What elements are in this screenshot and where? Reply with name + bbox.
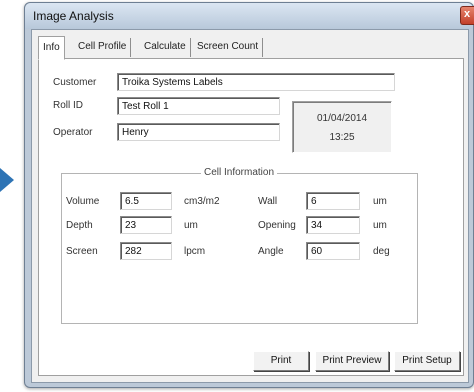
print-preview-button[interactable]: Print Preview	[315, 351, 389, 371]
time-display: 13:25	[329, 132, 355, 143]
cell-information-group: Cell Information Volume 6.5 cm3/m2 Depth…	[61, 167, 418, 324]
operator-label: Operator	[53, 127, 93, 138]
tab-calculate[interactable]: Calculate	[140, 38, 191, 57]
close-icon: x	[464, 8, 471, 20]
tab-cell-profile[interactable]: Cell Profile	[74, 38, 132, 57]
roll-id-field[interactable]: Test Roll 1	[117, 97, 280, 115]
screen-label: Screen	[66, 246, 98, 257]
close-button[interactable]: x	[460, 6, 474, 25]
info-tab-panel: Customer Troika Systems Labels Roll ID T…	[38, 58, 464, 376]
angle-unit: deg	[373, 246, 390, 257]
customer-field[interactable]: Troika Systems Labels	[117, 73, 395, 91]
opening-field[interactable]: 34	[306, 216, 360, 234]
volume-unit: cm3/m2	[184, 196, 220, 207]
angle-field[interactable]: 60	[306, 242, 360, 260]
roll-id-label: Roll ID	[53, 100, 84, 111]
window-title: Image Analysis	[33, 9, 114, 23]
print-setup-button[interactable]: Print Setup	[394, 351, 460, 371]
opening-unit: um	[373, 220, 387, 231]
depth-unit: um	[184, 220, 198, 231]
operator-field[interactable]: Henry	[117, 123, 280, 141]
wall-unit: um	[373, 196, 387, 207]
image-analysis-window: Image Analysis x Info Cell Profile Calcu…	[24, 2, 474, 388]
cell-information-title: Cell Information	[201, 167, 278, 178]
customer-label: Customer	[53, 77, 97, 88]
opening-label: Opening	[258, 220, 296, 231]
volume-field[interactable]: 6.5	[120, 192, 172, 210]
title-bar[interactable]: Image Analysis x	[25, 3, 474, 29]
screen-field[interactable]: 282	[120, 242, 172, 260]
tab-screen-count[interactable]: Screen Count	[193, 38, 264, 57]
screen-unit: lpcm	[184, 246, 206, 257]
tab-info[interactable]: Info	[38, 36, 65, 60]
pointer-arrow-icon	[0, 168, 14, 192]
print-button[interactable]: Print	[253, 351, 309, 371]
volume-label: Volume	[66, 196, 100, 207]
angle-label: Angle	[258, 246, 284, 257]
dialog-client-area: Info Cell Profile Calculate Screen Count…	[31, 29, 469, 383]
depth-label: Depth	[66, 220, 93, 231]
date-display: 01/04/2014	[316, 113, 368, 124]
date-time-display: 01/04/2014 13:25	[292, 101, 392, 153]
wall-field[interactable]: 6	[306, 192, 360, 210]
wall-label: Wall	[258, 196, 278, 207]
depth-field[interactable]: 23	[120, 216, 172, 234]
